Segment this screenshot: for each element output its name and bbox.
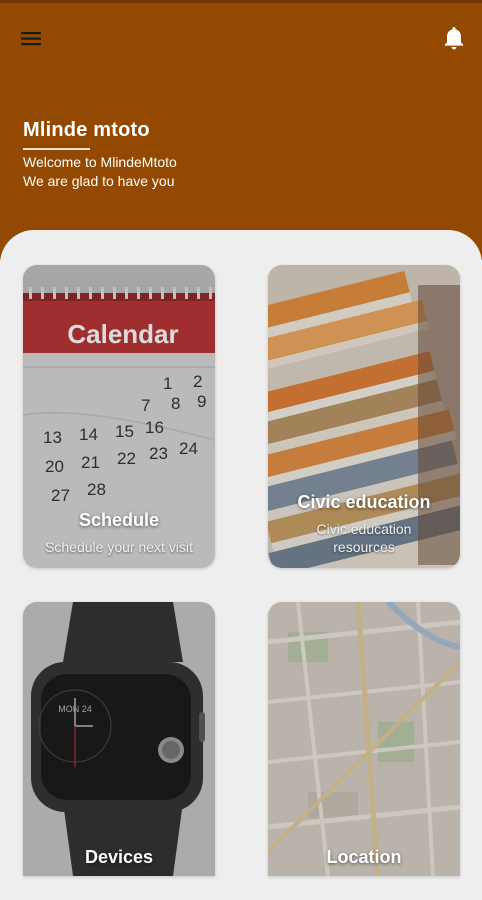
- app-header: Mlinde mtoto Welcome to MlindeMtoto We a…: [0, 0, 482, 260]
- welcome-text: Welcome to MlindeMtoto: [23, 154, 177, 170]
- location-card-title: Location: [326, 847, 402, 867]
- civic-card-subtitle: Civic education resources: [316, 521, 412, 555]
- location-card[interactable]: Location: [268, 602, 460, 876]
- menu-button[interactable]: [18, 25, 46, 53]
- subtitle-text: We are glad to have you: [23, 173, 175, 189]
- schedule-card-title: Schedule: [78, 510, 160, 530]
- schedule-card-subtitle: Schedule your next visit: [45, 539, 193, 555]
- devices-card[interactable]: MON 24 Devices: [23, 602, 215, 876]
- schedule-card[interactable]: Calendar 13 14 15 16 20 21 22 23 24 27 28 1 2 7 8 9 Sch…: [23, 265, 215, 568]
- app-title: Mlinde mtoto: [23, 119, 150, 141]
- menu-icon: [21, 32, 41, 46]
- devices-card-title: Devices: [84, 847, 154, 867]
- title-underline: [23, 148, 90, 150]
- civic-card-title: Civic education: [297, 492, 431, 512]
- card-overlay: [268, 602, 460, 876]
- civic-education-card[interactable]: Civic education Civic education resource…: [268, 265, 460, 568]
- bell-icon: [444, 27, 464, 50]
- card-overlay: [23, 602, 215, 876]
- notifications-button[interactable]: [440, 23, 468, 53]
